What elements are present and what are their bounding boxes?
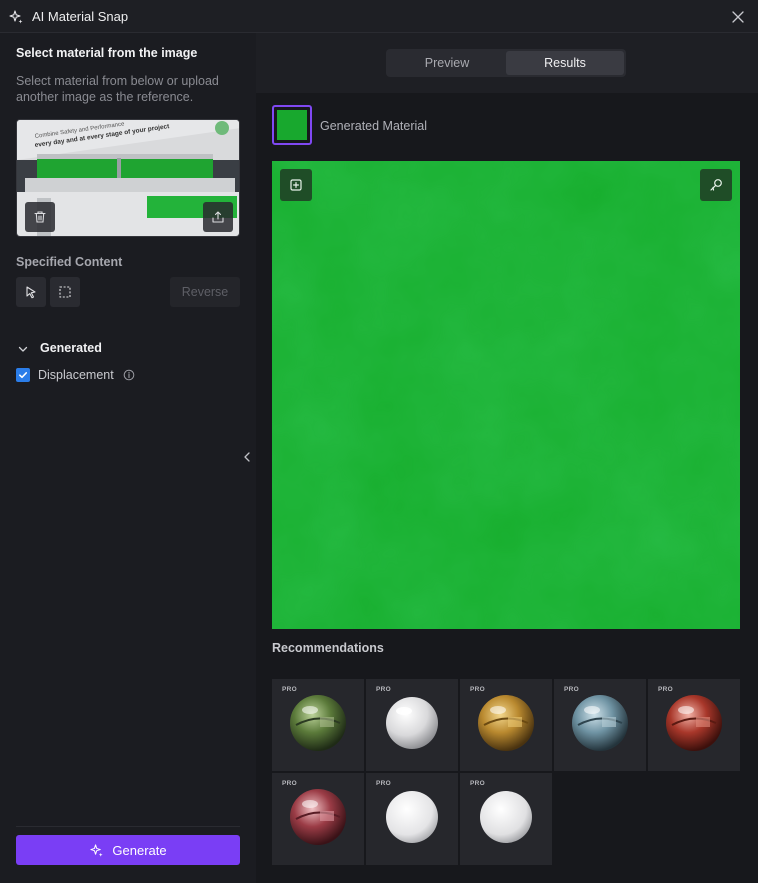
red-glass-sphere-icon [666,695,722,751]
generated-section-title[interactable]: Generated [40,341,102,355]
recommendation-item[interactable]: PRO [460,679,552,771]
recommendation-item[interactable]: PRO [272,679,364,771]
pointer-select-tool[interactable] [16,277,46,307]
tab-preview[interactable]: Preview [388,51,506,75]
select-title: Select material from the image [16,46,198,60]
generate-button[interactable]: Generate [16,835,240,865]
recommendation-item[interactable]: PRO [648,679,740,771]
recommendation-item[interactable]: PRO [366,773,458,865]
recommendation-item[interactable]: PRO [272,773,364,865]
pro-badge: PRO [282,780,297,787]
add-to-library-button[interactable] [280,169,312,201]
pro-badge: PRO [470,686,485,693]
material-texture [272,161,740,629]
marquee-select-tool[interactable] [50,277,80,307]
footer-divider [16,826,240,827]
generate-label: Generate [112,842,167,858]
thumbnail-swatch [277,110,307,140]
gold-glass-sphere-icon [478,695,534,751]
recommendation-item[interactable]: PRO [366,679,458,771]
chevron-down-icon[interactable] [17,343,29,355]
pro-badge: PRO [564,686,579,693]
sparkle-icon [9,10,23,24]
generated-material-thumbnail[interactable] [272,105,312,145]
pro-badge: PRO [470,780,485,787]
upload-image-button[interactable] [203,202,233,232]
reference-image[interactable]: Combine Safety and Performance every day… [16,119,240,237]
generated-material-label: Generated Material [320,119,428,133]
recommendations-title: Recommendations [272,641,384,655]
apply-material-button[interactable] [700,169,732,201]
green-glass-sphere-icon [290,695,346,751]
recommendation-item[interactable]: PRO [554,679,646,771]
material-brush-icon [710,179,722,191]
info-icon[interactable] [123,369,135,381]
displacement-checkbox[interactable] [16,368,30,382]
left-panel: Select material from the image Select ma… [0,33,256,883]
right-panel: Preview Results Generated Material Recom… [256,33,758,883]
marquee-icon [59,286,71,298]
displacement-label: Displacement [38,368,114,382]
tab-results[interactable]: Results [506,51,624,75]
white-glossy-sphere-icon [386,697,438,749]
specified-content-title: Specified Content [16,255,123,269]
checkmark-icon [19,372,28,379]
results-area: Generated Material Recommendations PRO P… [256,93,758,883]
blue-glass-sphere-icon [572,695,628,751]
pro-badge: PRO [282,686,297,693]
reverse-button[interactable]: Reverse [170,277,240,307]
recommendation-item[interactable]: PRO [460,773,552,865]
pro-badge: PRO [376,686,391,693]
pro-badge: PRO [376,780,391,787]
collapse-panel-chevron-icon[interactable] [240,449,254,465]
delete-image-button[interactable] [25,202,55,232]
white-matte-sphere-icon [386,791,438,843]
title-bar: AI Material Snap [0,0,758,33]
cursor-icon [26,286,36,299]
select-description: Select material from below or upload ano… [16,74,219,104]
window-title: AI Material Snap [32,9,129,24]
pro-badge: PRO [658,686,673,693]
sparkle-icon [90,843,103,857]
trash-icon [34,211,46,223]
white-matte-sphere-icon [480,791,532,843]
rose-glass-sphere-icon [290,789,346,845]
close-icon[interactable] [730,9,746,25]
generated-material-preview[interactable] [272,161,740,629]
upload-icon [212,211,224,223]
add-box-icon [290,179,302,191]
view-tabs: Preview Results [386,49,626,77]
